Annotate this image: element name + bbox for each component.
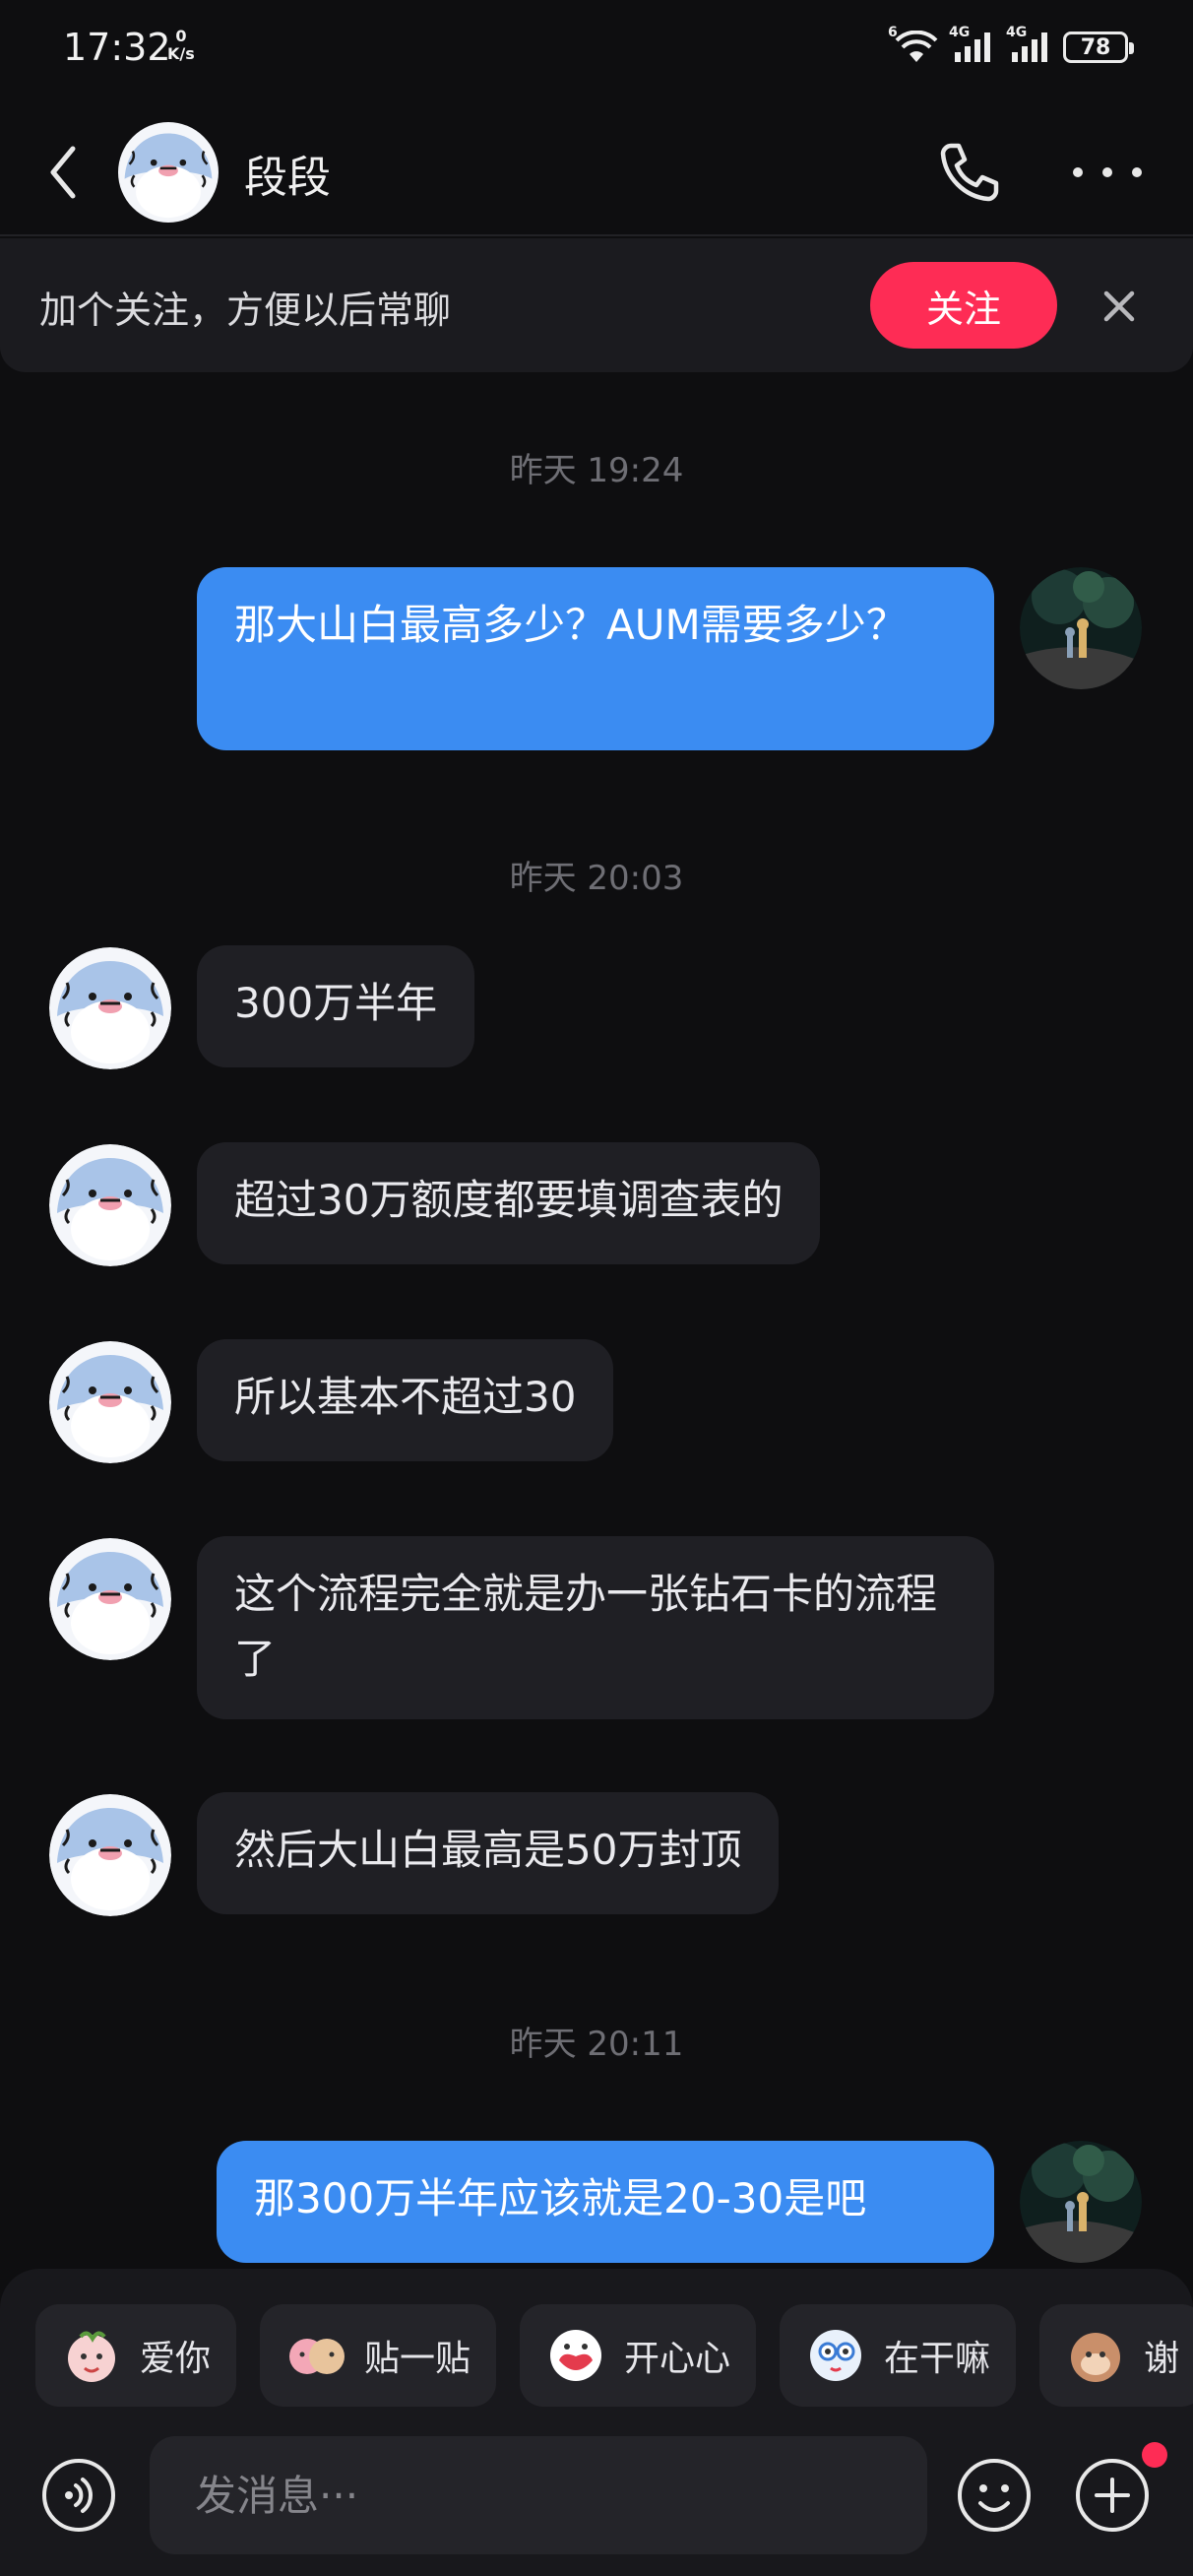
follow-prompt-text: 加个关注，方便以后常聊 [39, 289, 452, 332]
net-speed-value: 0 [175, 27, 187, 45]
more-actions-button[interactable] [1073, 2456, 1152, 2535]
contact-avatar-small[interactable] [49, 1794, 171, 1916]
love-sticker-icon [68, 2331, 115, 2382]
chat-header: 段段 [0, 108, 1193, 236]
plus-icon [1076, 2459, 1149, 2532]
timestamp: 昨天 20:03 [509, 859, 684, 898]
quick-reply-label: 贴一贴 [364, 2339, 471, 2379]
phone-icon [940, 143, 999, 202]
status-time: 17:32 [63, 26, 171, 69]
close-banner-button[interactable] [1093, 280, 1146, 333]
net-speed-unit: K/s [167, 44, 195, 63]
contact-name[interactable]: 段段 [244, 142, 331, 205]
timestamp: 昨天 20:11 [509, 2025, 684, 2064]
close-icon [1103, 290, 1135, 322]
happy-sticker-icon [550, 2330, 602, 2381]
quick-reply-chip[interactable]: 爱你 [35, 2304, 237, 2407]
composer-panel: 爱你 贴一贴 开心心 在干嘛 谢 发消息··· [0, 2269, 1193, 2576]
quick-reply-label: 开心心 [624, 2339, 731, 2379]
message-bubble-outgoing[interactable]: 那300万半年应该就是20-30是吧 [217, 2141, 994, 2263]
voice-icon [42, 2459, 115, 2532]
contact-avatar-small[interactable] [49, 1341, 171, 1463]
quick-reply-chip[interactable]: 在干嘛 [780, 2304, 1017, 2407]
status-bar: 17:32 0 K/s 6 4G 4G 78 [0, 0, 1193, 98]
quick-reply-chip[interactable]: 开心心 [520, 2304, 757, 2407]
quick-reply-row[interactable]: 爱你 贴一贴 开心心 在干嘛 谢 [35, 2304, 1193, 2407]
back-button[interactable] [45, 138, 94, 207]
thanks-sticker-icon [1071, 2333, 1121, 2382]
message-input[interactable] [150, 2436, 927, 2554]
net-speed: 0 K/s [167, 28, 195, 63]
message-bubble-outgoing[interactable]: 那大山白最高多少？AUM需要多少？ [197, 567, 994, 750]
wifi-tag: 6 [888, 25, 898, 40]
contact-avatar[interactable] [118, 122, 219, 223]
more-icon [1073, 167, 1083, 177]
net-tag-2: 4G [1006, 25, 1028, 40]
emoji-icon [958, 2459, 1031, 2532]
status-icons: 6 4G 4G 78 [888, 25, 1134, 67]
net-tag-1: 4G [949, 25, 971, 40]
signal-icon-2: 4G [1006, 25, 1053, 64]
voice-input-button[interactable] [39, 2456, 118, 2535]
quick-reply-label: 爱你 [140, 2339, 212, 2379]
self-avatar[interactable] [1020, 2141, 1142, 2263]
hug-sticker-icon [289, 2339, 345, 2374]
call-button[interactable] [935, 138, 1004, 207]
more-icon-dot [1102, 167, 1112, 177]
quick-reply-chip[interactable]: 谢 [1039, 2304, 1193, 2407]
emoji-button[interactable] [955, 2456, 1034, 2535]
message-bubble-incoming[interactable]: 超过30万额度都要填调查表的 [197, 1142, 821, 1264]
self-avatar[interactable] [1020, 567, 1142, 689]
contact-avatar-small[interactable] [49, 947, 171, 1069]
more-button[interactable] [1073, 148, 1142, 197]
battery-indicator: 78 [1063, 32, 1134, 63]
signal-icon: 4G [949, 25, 996, 64]
follow-banner: 加个关注，方便以后常聊 关注 [0, 238, 1193, 372]
curious-sticker-icon [810, 2330, 862, 2381]
back-icon [50, 146, 76, 199]
message-bubble-incoming[interactable]: 300万半年 [197, 945, 475, 1067]
quick-reply-label: 谢 [1144, 2339, 1180, 2379]
message-bubble-incoming[interactable]: 所以基本不超过30 [197, 1339, 614, 1461]
timestamp: 昨天 19:24 [509, 451, 684, 490]
quick-reply-chip[interactable]: 贴一贴 [260, 2304, 497, 2407]
contact-avatar-small[interactable] [49, 1538, 171, 1660]
more-icon-dot [1132, 167, 1142, 177]
contact-avatar-small[interactable] [49, 1144, 171, 1266]
quick-reply-label: 在干嘛 [884, 2339, 991, 2379]
follow-button[interactable]: 关注 [870, 262, 1057, 349]
message-bubble-incoming[interactable]: 这个流程完全就是办一张钻石卡的流程了 [197, 1536, 994, 1719]
wifi-icon: 6 [888, 25, 939, 64]
notification-dot [1142, 2442, 1167, 2468]
message-bubble-incoming[interactable]: 然后大山白最高是50万封顶 [197, 1792, 780, 1914]
